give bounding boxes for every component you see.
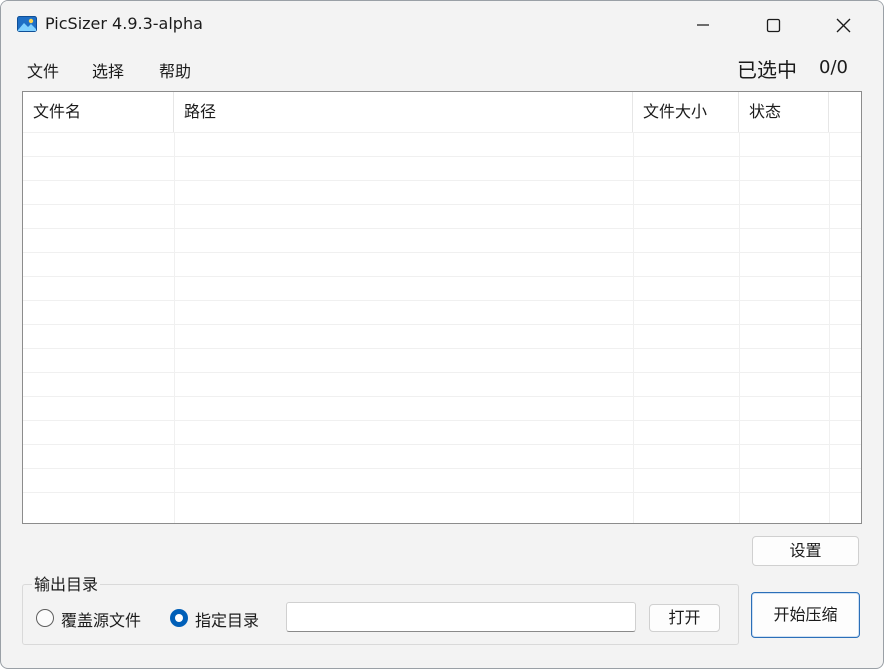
- table-row: [23, 132, 861, 156]
- specify-dir-label[interactable]: 指定目录: [195, 607, 259, 631]
- table-row: [23, 372, 861, 396]
- open-button[interactable]: 打开: [649, 604, 720, 632]
- column-header-path[interactable]: 路径: [174, 92, 633, 132]
- table-row: [23, 420, 861, 444]
- table-row: [23, 156, 861, 180]
- table-row: [23, 468, 861, 492]
- menu-help[interactable]: 帮助: [157, 58, 193, 82]
- output-dir-input[interactable]: [286, 602, 636, 632]
- app-window: PicSizer 4.9.3-alpha 文件 选择 帮助 已选中 0/0 文件…: [0, 0, 884, 669]
- maximize-icon: [766, 18, 781, 33]
- column-header-filename[interactable]: 文件名: [23, 92, 174, 132]
- selected-count: 0/0: [819, 57, 848, 78]
- table-row: [23, 276, 861, 300]
- column-divider: [829, 132, 830, 523]
- maximize-button[interactable]: [743, 1, 803, 49]
- column-divider: [739, 132, 740, 523]
- table-header: 文件名 路径 文件大小 状态: [23, 92, 861, 132]
- minimize-icon: [697, 24, 709, 26]
- column-header-status[interactable]: 状态: [739, 92, 829, 132]
- table-row: [23, 396, 861, 420]
- close-button[interactable]: [813, 1, 873, 49]
- landscape-image-icon: [17, 16, 37, 32]
- file-list-table[interactable]: 文件名 路径 文件大小 状态: [22, 91, 862, 524]
- column-divider: [174, 132, 175, 523]
- overwrite-label[interactable]: 覆盖源文件: [61, 607, 141, 631]
- selected-label: 已选中: [737, 58, 797, 82]
- overwrite-radio[interactable]: [36, 609, 54, 627]
- table-row: [23, 180, 861, 204]
- column-header-filesize[interactable]: 文件大小: [633, 92, 739, 132]
- table-row: [23, 444, 861, 468]
- output-directory-title: 输出目录: [32, 571, 101, 595]
- menu-file[interactable]: 文件: [25, 58, 61, 82]
- minimize-button[interactable]: [673, 1, 733, 49]
- start-compress-button[interactable]: 开始压缩: [751, 592, 860, 638]
- window-title: PicSizer 4.9.3-alpha: [45, 14, 203, 33]
- column-divider: [633, 132, 634, 523]
- specify-dir-radio[interactable]: [170, 609, 188, 627]
- title-bar[interactable]: PicSizer 4.9.3-alpha: [1, 1, 883, 49]
- table-row: [23, 252, 861, 276]
- close-icon: [836, 18, 851, 33]
- menu-select[interactable]: 选择: [90, 58, 126, 82]
- settings-button[interactable]: 设置: [752, 536, 859, 566]
- table-row: [23, 324, 861, 348]
- table-row: [23, 228, 861, 252]
- table-row: [23, 204, 861, 228]
- table-row: [23, 348, 861, 372]
- table-row: [23, 300, 861, 324]
- table-row: [23, 492, 861, 516]
